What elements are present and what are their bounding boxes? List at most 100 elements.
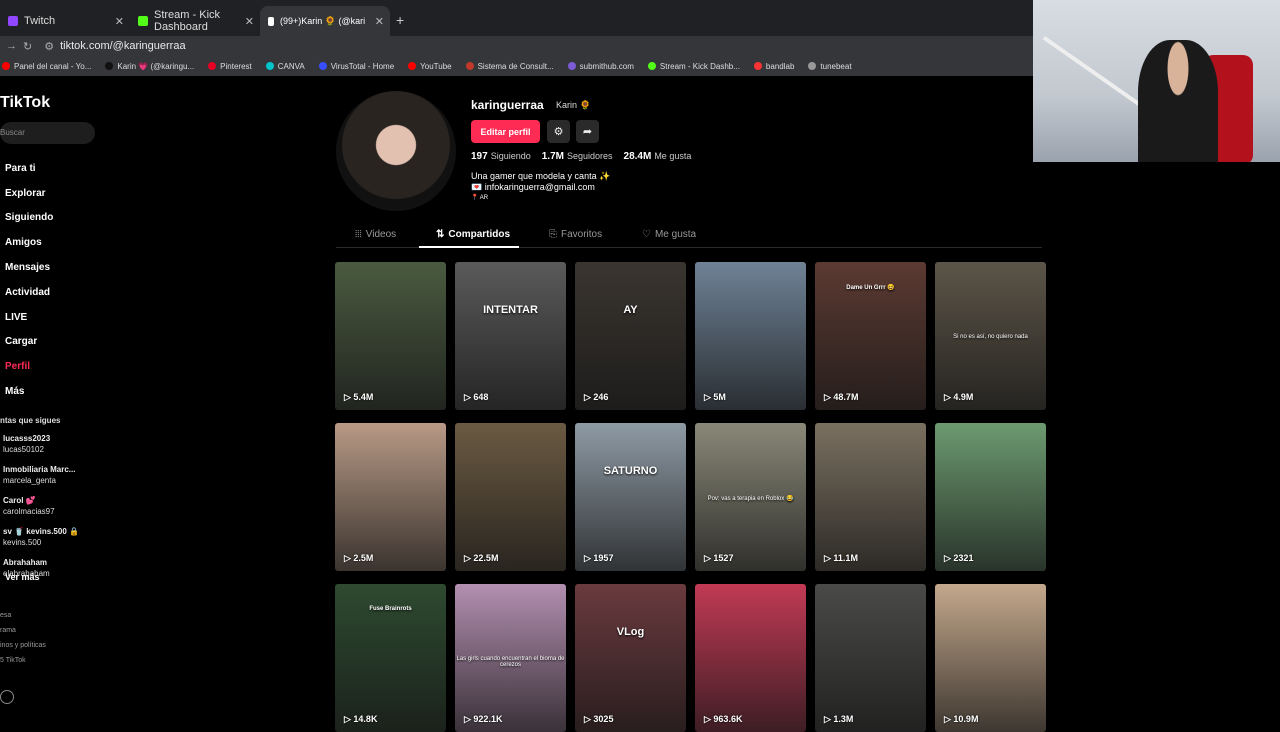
video-thumbnail[interactable]: ▷ 5.4M [335, 262, 446, 410]
video-caption: Pov: vas a terapia en Roblox 😂 [707, 496, 794, 502]
edit-profile-button[interactable]: Editar perfil [471, 120, 540, 143]
view-count-value: 2321 [953, 553, 974, 563]
sidebar-item-mensajes[interactable]: Mensajes [5, 255, 53, 280]
tiktok-sidebar: TikTok Buscar Para ti Explorar Siguiendo Am… [0, 78, 110, 720]
following-account[interactable]: sv 🥤 kevins.500 🔒 kevins.500 [3, 526, 79, 548]
reload-icon[interactable]: ↻ [23, 40, 32, 53]
video-thumbnail[interactable]: ▷ 10.9M [935, 584, 1046, 732]
play-icon: ▷ [584, 714, 594, 724]
video-view-count: ▷ 648 [464, 392, 488, 403]
sidebar-item-live[interactable]: LIVE [5, 305, 53, 330]
bookmark-item[interactable]: CANVA [265, 62, 305, 71]
browser-tab-kick[interactable]: Stream - Kick Dashboard ✕ [130, 6, 260, 36]
tab-likes[interactable]: ♡ Me gusta [642, 229, 696, 240]
video-thumbnail[interactable]: INTENTAR ▷ 648 [455, 262, 566, 410]
bookmark-item[interactable]: Sistema de Consult... [465, 62, 554, 71]
close-icon[interactable]: ✕ [115, 15, 124, 28]
video-thumbnail[interactable]: VLog ▷ 3025 [575, 584, 686, 732]
url-text: tiktok.com/@karinguerraa [60, 40, 186, 52]
video-thumbnail[interactable]: ▷ 1.3M [815, 584, 926, 732]
see-more-link[interactable]: Ver más [5, 572, 40, 582]
browser-tab-tiktok[interactable]: (99+)Karin 🌻 (@karinguerraa) ✕ [260, 6, 390, 36]
site-info-icon[interactable]: ⚙ [44, 40, 54, 53]
video-thumbnail[interactable]: ▷ 2321 [935, 423, 1046, 571]
video-caption: Si no es así, no quiero nada [953, 334, 1028, 340]
video-thumbnail[interactable]: ▷ 2.5M [335, 423, 446, 571]
video-thumbnail[interactable]: AY ▷ 246 [575, 262, 686, 410]
footer-link[interactable]: rama [0, 623, 46, 638]
likes-stat: 28.4M Me gusta [623, 151, 692, 162]
sidebar-item-siguiendo[interactable]: Siguiendo [5, 206, 53, 231]
video-thumbnail[interactable]: Las girls cuando encuentran el bioma de … [455, 584, 566, 732]
bookmark-item[interactable]: Pinterest [208, 62, 252, 71]
sidebar-item-amigos[interactable]: Amigos [5, 230, 53, 255]
video-thumbnail[interactable]: Dame Un Grrr 😆 ▷ 48.7M [815, 262, 926, 410]
tab-shared[interactable]: ⇅ Compartidos [436, 229, 510, 240]
play-icon: ▷ [344, 392, 354, 402]
browser-tab-twitch[interactable]: Twitch ✕ [0, 6, 130, 36]
sidebar-item-para-ti[interactable]: Para ti [5, 156, 53, 181]
video-thumbnail[interactable]: ▷ 11.1M [815, 423, 926, 571]
bookmark-favicon-icon [465, 62, 474, 70]
tiktok-icon [268, 16, 274, 26]
view-count-value: 4.9M [953, 392, 974, 402]
play-icon: ▷ [944, 553, 954, 563]
view-count-value: 11.1M [833, 553, 858, 563]
bookmark-item[interactable]: VirusTotal - Home [318, 62, 394, 71]
footer-link[interactable]: 5 TikTok [0, 653, 46, 668]
bio-email: 💌 infokaringuerra@gmail.com [471, 182, 595, 192]
video-thumbnail[interactable]: ▷ 963.6K [695, 584, 806, 732]
sidebar-item-perfil[interactable]: Perfil [5, 354, 53, 379]
bookmark-item[interactable]: Stream - Kick Dashb... [647, 62, 740, 71]
forward-icon[interactable]: → [6, 40, 17, 52]
close-icon[interactable]: ✕ [375, 15, 384, 28]
bookmark-item[interactable]: Panel del canal - Yo... [2, 62, 91, 71]
sidebar-item-cargar[interactable]: Cargar [5, 330, 53, 355]
footer-link[interactable]: inos y políticas [0, 638, 46, 653]
followers-stat[interactable]: 1.7M Seguidores [542, 151, 613, 162]
video-thumbnail[interactable]: SATURNO ▷ 1957 [575, 423, 686, 571]
profile-stats: 197 Siguiendo 1.7M Seguidores 28.4M Me gust… [471, 151, 691, 162]
bookmark-favicon-icon [318, 62, 327, 70]
tiktok-logo[interactable]: TikTok [0, 94, 50, 112]
bookmark-item[interactable]: YouTube [408, 62, 452, 71]
following-stat[interactable]: 197 Siguiendo [471, 151, 531, 162]
sidebar-item-más[interactable]: Más [5, 379, 53, 404]
following-account[interactable]: lucasss2023 lucas50102 [3, 433, 79, 455]
address-bar[interactable]: ⚙ tiktok.com/@karinguerraa [44, 40, 185, 53]
play-icon: ▷ [584, 553, 594, 563]
tab-favorites[interactable]: ⎘ Favoritos [549, 229, 602, 240]
following-account[interactable]: Carol 💕 carolmacias97 [3, 495, 79, 517]
bookmark-favicon-icon [647, 62, 656, 70]
sidebar-item-actividad[interactable]: Actividad [5, 280, 53, 305]
bookmark-item[interactable]: tunebeat [808, 61, 852, 71]
bookmark-label: tunebeat [820, 61, 852, 71]
sidebar-item-explorar[interactable]: Explorar [5, 181, 53, 206]
play-icon: ▷ [344, 553, 354, 563]
search-input[interactable]: Buscar [0, 122, 95, 144]
video-thumbnail[interactable]: ▷ 22.5M [455, 423, 566, 571]
video-view-count: ▷ 48.7M [824, 392, 858, 403]
bookmark-item[interactable]: bandlab [753, 62, 794, 71]
new-tab-button[interactable]: + [396, 12, 404, 36]
bookmark-item[interactable]: Karin 💗 (@karingu... [105, 62, 194, 71]
tab-label: Twitch [24, 15, 56, 27]
video-view-count: ▷ 11.1M [824, 553, 858, 564]
following-account[interactable]: Inmobiliaria Marc... marcela_genta [3, 464, 79, 486]
share-icon[interactable]: ➦ [576, 120, 599, 143]
video-thumbnail[interactable]: Si no es así, no quiero nada ▷ 4.9M [935, 262, 1046, 410]
video-thumbnail[interactable]: ▷ 5M [695, 262, 806, 410]
video-thumbnail[interactable]: Pov: vas a terapia en Roblox 😂 ▷ 1527 [695, 423, 806, 571]
profile-username: karinguerraa [471, 98, 544, 112]
video-view-count: ▷ 246 [584, 392, 608, 403]
view-count-value: 922.1K [473, 714, 503, 724]
play-icon: ▷ [704, 392, 714, 402]
tab-videos[interactable]: ⦙⦙⦙ Videos [355, 229, 396, 240]
help-icon[interactable] [0, 690, 14, 704]
play-icon: ▷ [824, 714, 834, 724]
video-thumbnail[interactable]: Fuse Brainrots ▷ 14.8K [335, 584, 446, 732]
close-icon[interactable]: ✕ [245, 15, 254, 28]
bookmark-item[interactable]: submithub.com [567, 62, 634, 71]
footer-link[interactable]: esa [0, 608, 46, 623]
settings-icon[interactable]: ⚙ [547, 120, 570, 143]
